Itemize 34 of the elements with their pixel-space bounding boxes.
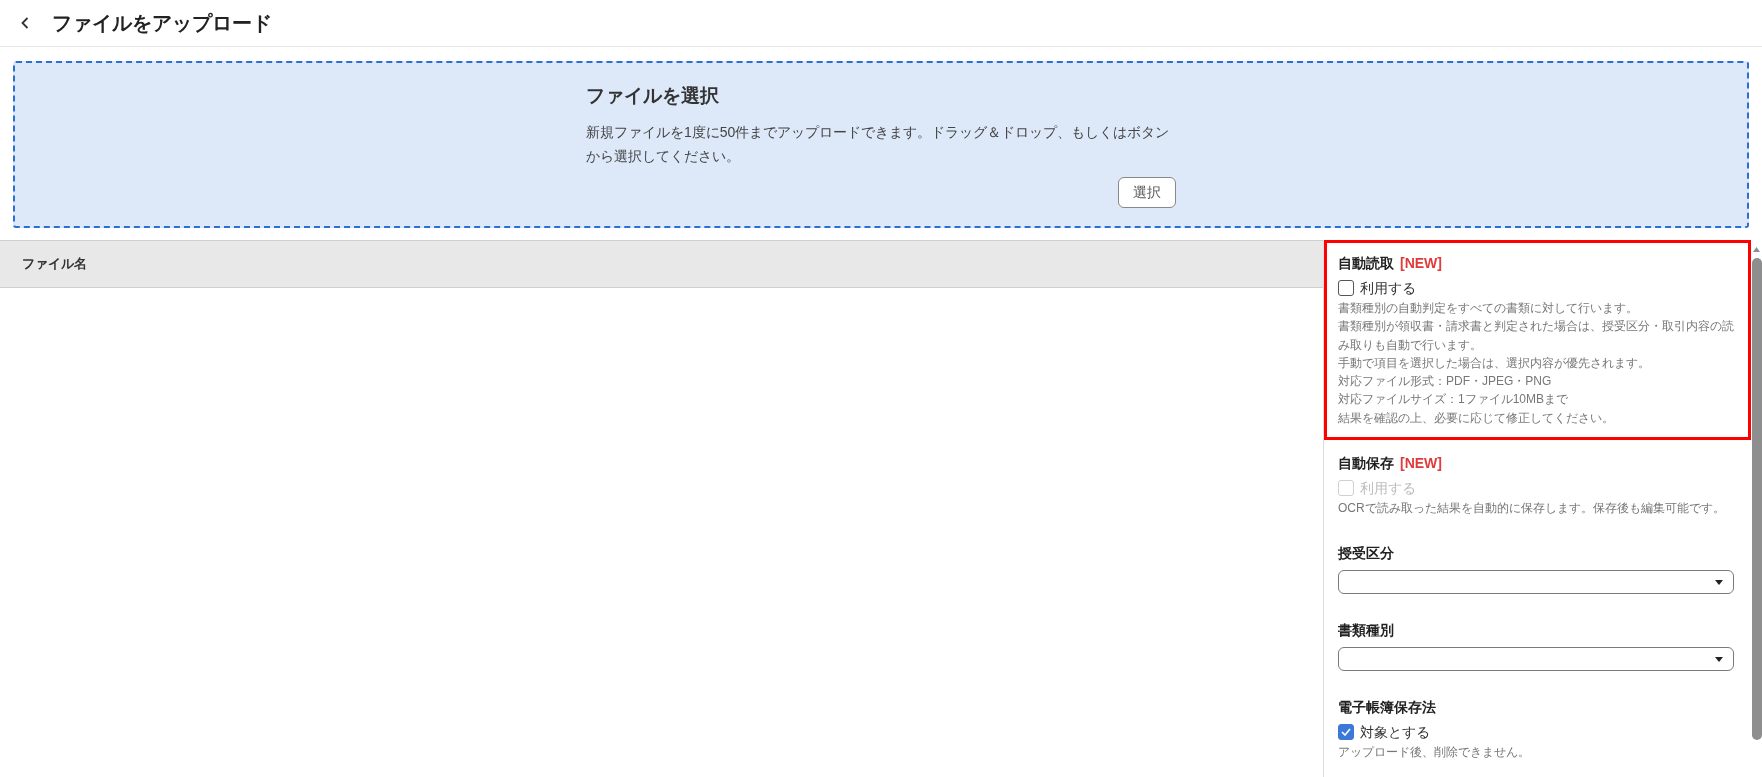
back-button[interactable] [19,15,31,31]
column-header[interactable]: ファイル名 [22,254,87,274]
help-text: 対応ファイル形式：PDF・JPEG・PNG [1338,373,1553,391]
caret-down-icon [1715,579,1723,585]
new-label: [NEW] [1400,454,1442,474]
select-file-button[interactable]: 選択 [1118,177,1176,208]
dropdown-field[interactable] [1338,647,1734,672]
help-text: 書類種別が領収書・請求書と判定された場合は、授受区分・取引内容の読み取りも自動で行います。 [1338,318,1734,354]
checkbox-label[interactable]: 利用する [1360,278,1416,298]
chevron-left-icon [21,17,29,29]
checkbox-label[interactable]: 対象とする [1360,722,1430,743]
help-text: 結果を確認の上、必要に応じて修正してください。 [1338,409,1615,427]
help-text: OCRで読み取った結果を自動的に保存します。保存後も編集可能です。 [1338,500,1726,518]
help-text: アップロード後、削除できません。 [1338,744,1531,762]
scrollbar-thumb[interactable] [1751,258,1762,740]
checkmark-icon [1341,728,1351,737]
help-text: 手動で項目を選択した場合は、選択内容が優先されます。 [1338,354,1651,372]
page-title: ファイルをアップロード [52,11,272,36]
scroll-up-arrow-icon[interactable] [1753,247,1760,252]
drop-zone-description: 新規ファイルを1度に50件までアップロードできます。ドラッグ＆ドロップ、もしくはボタンから選択してください。 [586,123,1171,166]
section-title: 書類種別 [1338,621,1394,641]
checkbox[interactable] [1338,724,1354,741]
help-text: 対応ファイルサイズ：1ファイル10MBまで [1338,391,1570,409]
drop-zone-title: ファイルを選択 [586,84,720,108]
dropdown-field[interactable] [1338,570,1734,595]
file-drop-zone[interactable]: ファイルを選択 新規ファイルを1度に50件までアップロードできます。ドラッグ＆ドロップ、もしくはボタンから選択してください。 選択 [13,61,1749,228]
new-label: [NEW] [1400,254,1442,273]
checkbox[interactable] [1338,280,1354,296]
section-title: 自動読取 [1338,254,1394,273]
section-title: 電子帳簿保存法 [1338,698,1436,718]
help-text: 書類種別の自動判定をすべての書類に対して行います。 [1338,300,1639,317]
caret-down-icon [1715,656,1723,662]
section-title: 自動保存 [1338,454,1394,474]
section-title: 授受区分 [1338,544,1394,564]
